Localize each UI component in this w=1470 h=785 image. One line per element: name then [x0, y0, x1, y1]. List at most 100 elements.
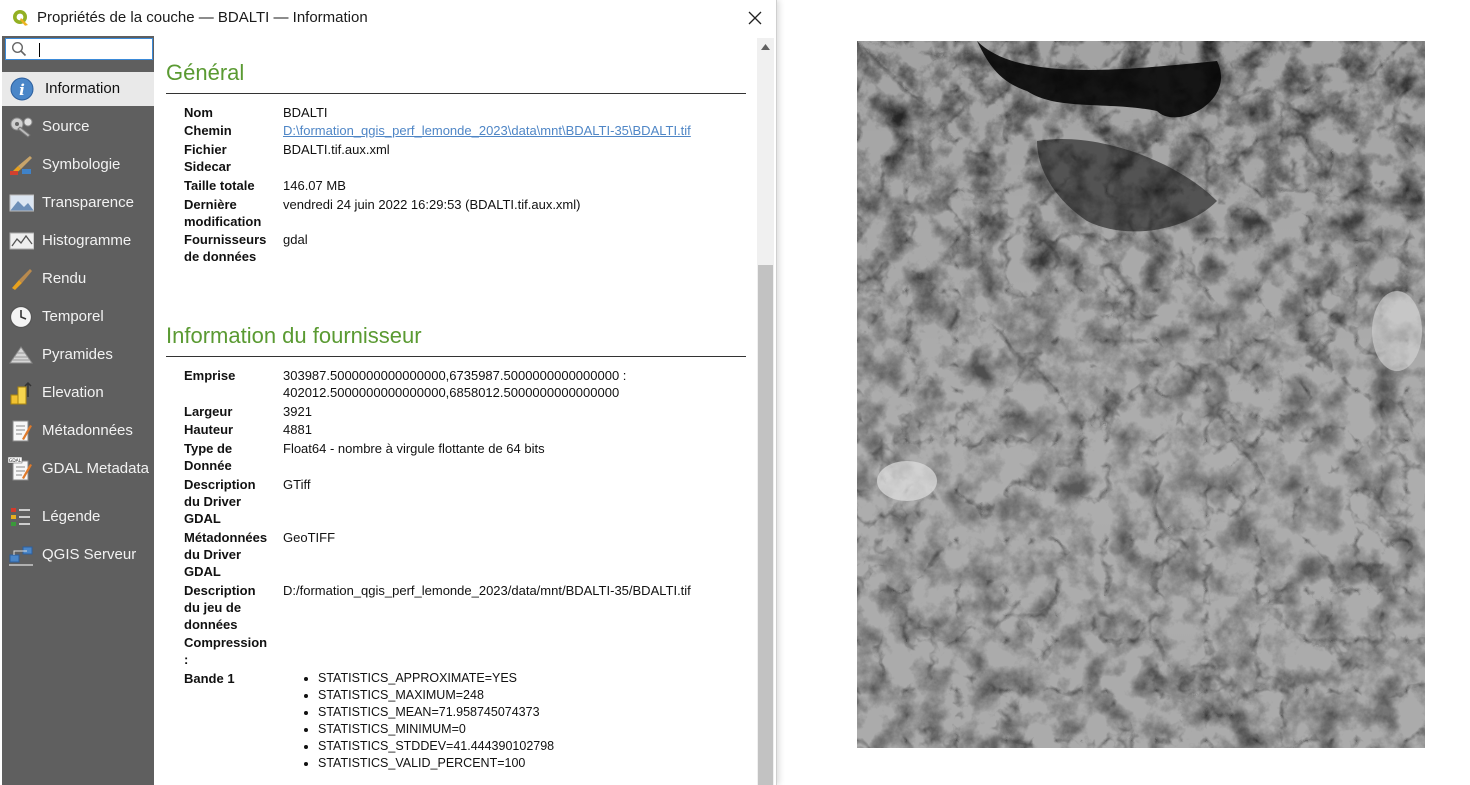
layer-properties-dialog: Propriétés de la couche — BDALTI — Infor… [0, 0, 777, 785]
sidebar-item-label: Métadonnées [42, 422, 133, 439]
close-button[interactable] [740, 4, 770, 32]
file-path-link[interactable]: D:\formation_qgis_perf_lemonde_2023\data… [283, 122, 743, 139]
section-divider [166, 93, 746, 94]
info-key: Dernière modification [184, 196, 276, 230]
sidebar-item-pyramides[interactable]: Pyramides [2, 338, 154, 372]
info-value: BDALTI.tif.aux.xml [283, 142, 390, 157]
band-statistics-list: STATISTICS_APPROXIMATE=YES STATISTICS_MA… [283, 670, 743, 772]
rendering-brush-icon [12, 269, 32, 290]
section-title-general: Général [166, 60, 245, 85]
sidebar-item-metadonnees[interactable]: Métadonnées [2, 414, 154, 448]
info-key: Description du Driver GDAL [184, 476, 276, 527]
sidebar-item-transparence[interactable]: Transparence [2, 186, 154, 220]
extent-line: 402012.5000000000000000,6858012.50000000… [283, 385, 620, 400]
sidebar-item-label: Temporel [42, 308, 104, 325]
extent-line: 303987.5000000000000000,6735987.50000000… [283, 368, 627, 383]
info-key-line: du jeu de [184, 600, 242, 615]
sidebar-item-label: Histogramme [42, 232, 132, 249]
info-key-line: Description [184, 477, 256, 492]
search-input[interactable] [32, 40, 148, 58]
title-bar: Propriétés de la couche — BDALTI — Infor… [0, 0, 776, 36]
sidebar-item-source[interactable]: Source [2, 110, 154, 144]
sidebar-item-label: Symbologie [42, 156, 121, 173]
info-value: GeoTIFF [283, 530, 336, 545]
info-key-line: du Driver [184, 547, 242, 562]
info-key: Bande 1 [184, 671, 235, 686]
paintbrush-icon [10, 156, 32, 175]
info-key: Chemin [184, 123, 232, 138]
sidebar-item-histogramme[interactable]: Histogramme [2, 224, 154, 258]
sidebar-item-rendu[interactable]: Rendu [2, 262, 154, 296]
chevron-up-icon [761, 43, 770, 50]
sidebar-item-legende[interactable]: Légende [2, 500, 154, 534]
scroll-up-button[interactable] [757, 38, 774, 55]
info-key-line: Dernière [184, 197, 237, 212]
info-icon: i [10, 77, 34, 101]
info-key-line: Fichier [184, 142, 227, 157]
info-key-line: modification [184, 214, 262, 229]
information-panel: Général Nom BDALTI Chemin D:\formation_q… [157, 38, 755, 785]
histogram-icon [9, 232, 34, 250]
info-value: 303987.5000000000000000,6735987.50000000… [283, 367, 743, 401]
info-value: 146.07 MB [283, 178, 346, 193]
transparency-icon [9, 194, 34, 212]
info-value: 4881 [283, 422, 312, 437]
info-key: Largeur [184, 404, 233, 419]
sidebar-item-label: Information [45, 80, 121, 97]
info-key-line: GDAL [184, 511, 221, 526]
svg-text:GDAL: GDAL [9, 458, 22, 464]
list-item: STATISTICS_APPROXIMATE=YES [318, 670, 743, 687]
info-key-line: Fournisseurs [184, 232, 267, 247]
metadata-icon [12, 420, 32, 442]
info-key: Compression : [184, 634, 276, 668]
vertical-scrollbar[interactable] [757, 38, 774, 785]
info-key: Taille totale [184, 178, 255, 193]
info-key-line: Type de [184, 441, 233, 456]
info-key-line: Métadonnées [184, 530, 268, 545]
list-item: STATISTICS_MEAN=71.958745074373 [318, 704, 743, 721]
sidebar-item-temporel[interactable]: Temporel [2, 300, 154, 334]
info-key: Emprise [184, 368, 236, 383]
gdal-metadata-icon: GDAL [8, 457, 32, 481]
sidebar-item-elevation[interactable]: Elevation [2, 376, 154, 410]
info-value: Float64 - nombre à virgule flottante de … [283, 441, 545, 456]
info-key-line: Donnée [184, 458, 232, 473]
sidebar: i Information Source Symbologie Transpar… [2, 36, 154, 785]
raster-preview-image [857, 41, 1425, 748]
info-key: Fournisseurs de données [184, 231, 276, 265]
info-key: Métadonnées du Driver GDAL [184, 529, 276, 580]
sidebar-item-gdal-metadata[interactable]: GDAL GDAL Metadata [2, 452, 154, 486]
info-key-line: GDAL [184, 564, 221, 579]
list-item: STATISTICS_STDDEV=41.444390102798 [318, 738, 743, 755]
elevation-icon [10, 381, 32, 405]
scrollbar-thumb[interactable] [758, 265, 773, 785]
section-divider [166, 356, 746, 357]
qgis-logo-icon [13, 10, 28, 26]
sidebar-item-label: Rendu [42, 270, 87, 287]
info-key-line: de données [184, 249, 257, 264]
list-item: STATISTICS_VALID_PERCENT=100 [318, 755, 743, 772]
sidebar-item-label: Légende [42, 508, 101, 525]
info-value: gdal [283, 232, 308, 247]
info-key-line: Description [184, 583, 256, 598]
info-key: Type de Donnée [184, 440, 276, 474]
info-value: GTiff [283, 477, 311, 492]
sidebar-item-qgis-serveur[interactable]: QGIS Serveur [2, 538, 154, 572]
dem-raster-image [857, 41, 1425, 748]
sidebar-item-information[interactable]: i Information [2, 72, 154, 106]
info-value: D:/formation_qgis_perf_lemonde_2023/data… [283, 583, 691, 598]
text-cursor [39, 43, 40, 57]
search-box[interactable] [5, 38, 153, 60]
close-icon [748, 11, 762, 25]
info-key-line: : [184, 652, 189, 667]
info-key: Description du jeu de données [184, 582, 276, 633]
info-key-line: Sidecar [184, 159, 231, 174]
info-key-line: Compression [184, 635, 268, 650]
search-icon [11, 41, 27, 57]
info-key: Nom [184, 105, 213, 120]
source-wrench-icon [10, 117, 33, 138]
sidebar-item-label: Elevation [42, 384, 104, 401]
info-value: BDALTI [283, 105, 328, 120]
info-key-line: du Driver [184, 494, 242, 509]
sidebar-item-symbologie[interactable]: Symbologie [2, 148, 154, 182]
